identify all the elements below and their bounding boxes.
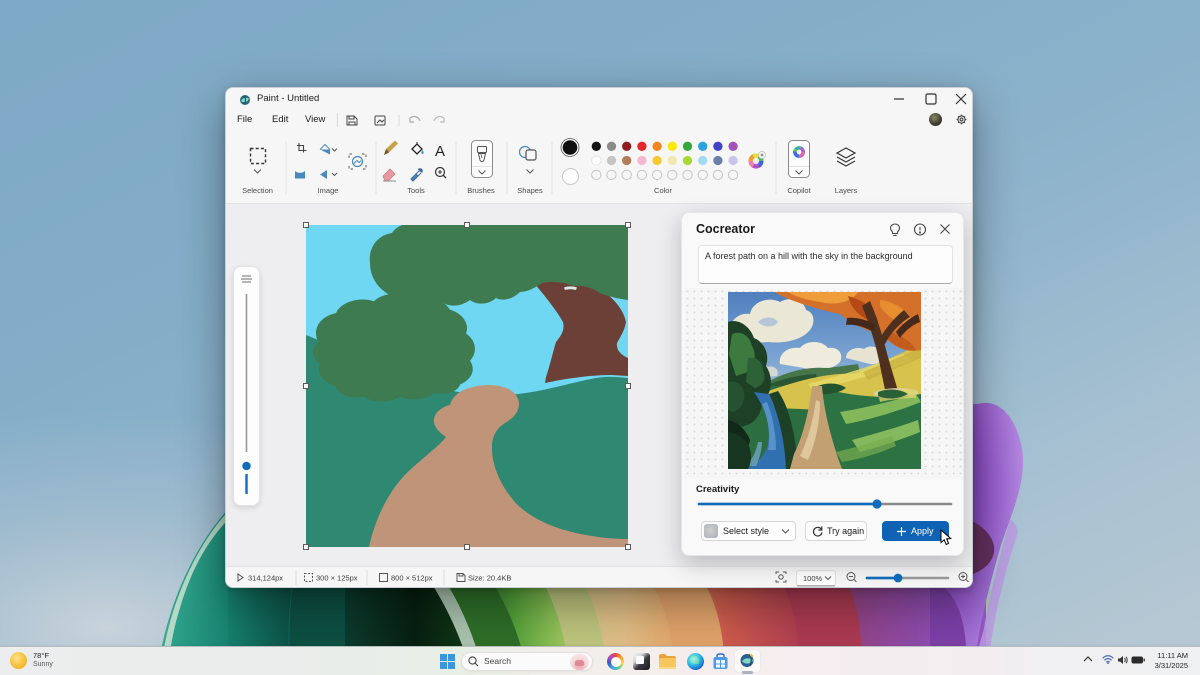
svg-text:Layers: Layers [835,186,858,195]
svg-text:Tools: Tools [407,186,425,195]
svg-text:100%: 100% [803,574,823,583]
svg-text:Shapes: Shapes [517,186,543,195]
svg-text:Brushes: Brushes [467,186,495,195]
svg-text:Copilot: Copilot [787,186,811,195]
svg-text:300 × 125px: 300 × 125px [316,574,358,583]
svg-text:800 × 512px: 800 × 512px [391,574,433,583]
svg-text:A: A [435,143,445,160]
svg-text:Image: Image [318,186,339,195]
svg-text:314,124px: 314,124px [248,574,283,583]
svg-text:Selection: Selection [242,186,273,195]
svg-text:Size: 20.4KB: Size: 20.4KB [468,574,511,583]
svg-text:Color: Color [654,186,672,195]
